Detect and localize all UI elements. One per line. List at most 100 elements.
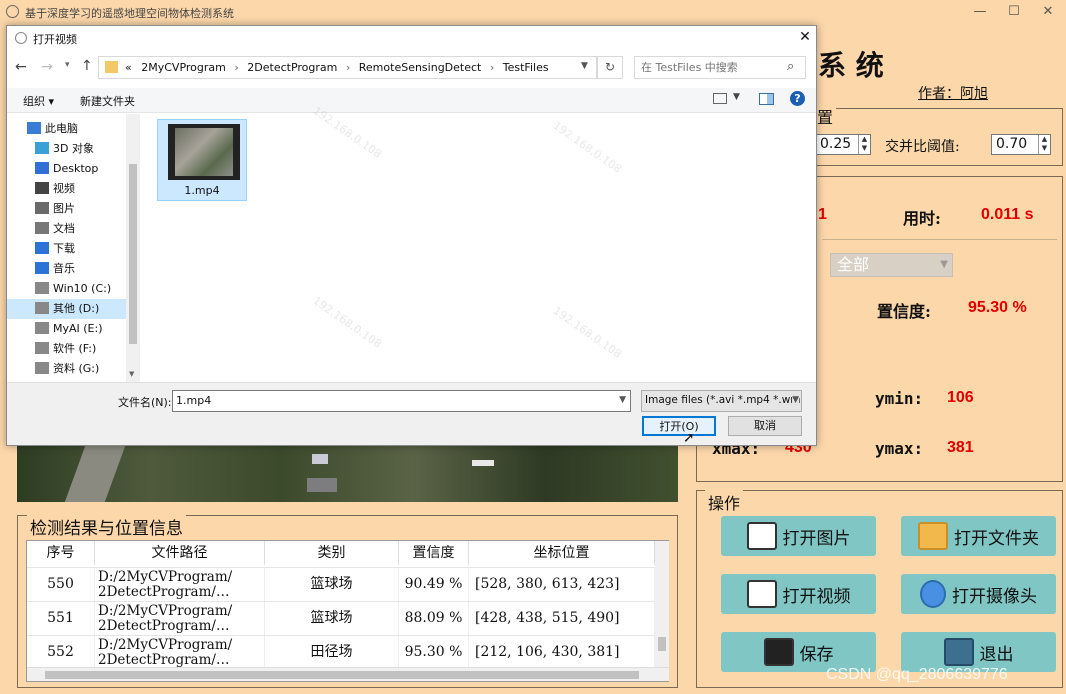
sidebar-item[interactable]: 其他 (D:) bbox=[7, 299, 126, 319]
download-icon bbox=[35, 242, 49, 254]
table-vertical-scrollbar[interactable] bbox=[655, 541, 669, 667]
open-image-button[interactable]: 打开图片 bbox=[721, 516, 876, 556]
window-title-bar: 基于深度学习的遥感地理空间物体检测系统 — ☐ ✕ bbox=[0, 0, 1066, 24]
filetype-value: Image files (*.avi *.mp4 *.wm bbox=[645, 394, 801, 406]
chevron-down-icon: ▼ bbox=[940, 259, 948, 270]
exit-icon bbox=[943, 638, 974, 666]
search-box[interactable]: ⌕ bbox=[634, 56, 806, 79]
breadcrumb-separator-icon[interactable]: › bbox=[346, 61, 350, 74]
dialog-title: 打开视频 bbox=[33, 33, 77, 46]
view-options-icon[interactable] bbox=[713, 93, 727, 104]
filetype-select[interactable]: Image files (*.avi *.mp4 *.wm ▼ bbox=[641, 390, 802, 412]
drive-icon bbox=[35, 342, 49, 354]
breadcrumb[interactable]: « 2MyCVProgram › 2DetectProgram › Remote… bbox=[99, 57, 577, 78]
open-camera-button[interactable]: 打开摄像头 bbox=[901, 574, 1056, 614]
watermark-text: 192.168.0.108 bbox=[310, 294, 384, 351]
file-name: 1.mp4 bbox=[184, 184, 220, 197]
open-image-label: 打开图片 bbox=[782, 528, 851, 549]
cell-class: 篮球场 bbox=[265, 568, 399, 601]
ymin-value: 106 bbox=[947, 389, 974, 406]
sidebar-item[interactable]: Win10 (C:) bbox=[35, 279, 153, 299]
new-folder-button[interactable]: 新建文件夹 bbox=[80, 93, 135, 109]
breadcrumb-item[interactable]: RemoteSensingDetect bbox=[359, 61, 482, 74]
sidebar-item-label: 下载 bbox=[53, 242, 75, 255]
preview-pane-icon[interactable] bbox=[759, 93, 774, 105]
mouse-cursor-icon: ➚ bbox=[683, 430, 695, 446]
back-arrow-icon[interactable]: ← bbox=[15, 59, 27, 75]
confidence-threshold-spinbox[interactable]: 0.25 ▲ ▼ bbox=[815, 134, 871, 155]
cell-coords: [528, 380, 613, 423] bbox=[469, 568, 655, 601]
cell-path: D:/2MyCVProgram/2DetectProgram/… bbox=[95, 636, 265, 669]
up-arrow-icon[interactable]: ↑ bbox=[81, 58, 93, 74]
scroll-thumb[interactable] bbox=[45, 671, 639, 679]
breadcrumb-overflow[interactable]: « bbox=[125, 61, 132, 74]
target-select[interactable]: 全部 ▼ bbox=[830, 253, 953, 277]
address-chevron-icon[interactable]: ▼ bbox=[581, 61, 588, 71]
open-button[interactable]: 打开(O) bbox=[642, 416, 716, 436]
documents-icon bbox=[35, 222, 49, 234]
cell-coords: [212, 106, 430, 381] bbox=[469, 636, 655, 669]
spin-arrows-icon[interactable]: ▲ ▼ bbox=[1038, 135, 1050, 154]
col-header-id[interactable]: 序号 bbox=[27, 541, 95, 565]
conf-threshold-value: 0.25 bbox=[820, 136, 852, 152]
recent-chevron-icon[interactable]: ▾ bbox=[65, 60, 70, 70]
breadcrumb-item[interactable]: 2DetectProgram bbox=[247, 61, 337, 74]
sidebar-item[interactable]: 视频 bbox=[35, 179, 153, 199]
filename-field[interactable]: 1.mp4 ▼ bbox=[172, 390, 631, 412]
breadcrumb-item[interactable]: 2MyCVProgram bbox=[141, 61, 226, 74]
view-chevron-icon[interactable]: ▼ bbox=[733, 92, 740, 102]
address-bar[interactable]: « 2MyCVProgram › 2DetectProgram › Remote… bbox=[98, 56, 597, 79]
col-header-path[interactable]: 文件路径 bbox=[95, 541, 265, 565]
sidebar-item[interactable]: 3D 对象 bbox=[35, 139, 153, 159]
search-input[interactable] bbox=[637, 58, 782, 77]
sidebar-item[interactable]: 软件 (F:) bbox=[35, 339, 153, 359]
table-row[interactable]: 550 D:/2MyCVProgram/2DetectProgram/… 篮球场… bbox=[27, 567, 655, 601]
ymin-label: ymin: bbox=[875, 389, 924, 408]
cell-confidence: 90.49 % bbox=[399, 568, 469, 601]
spin-arrows-icon[interactable]: ▲ ▼ bbox=[858, 135, 870, 154]
breadcrumb-separator-icon[interactable]: › bbox=[490, 61, 494, 74]
sidebar-item[interactable]: MyAI (E:) bbox=[35, 319, 153, 339]
sidebar-item[interactable]: 此电脑 bbox=[27, 119, 145, 139]
breadcrumb-separator-icon[interactable]: › bbox=[234, 61, 238, 74]
sidebar-item[interactable]: 音乐 bbox=[35, 259, 153, 279]
file-item[interactable]: 1.mp4 bbox=[157, 119, 247, 201]
col-header-coords[interactable]: 坐标位置 bbox=[469, 541, 655, 565]
open-video-button[interactable]: 打开视频 bbox=[721, 574, 876, 614]
refresh-icon[interactable]: ↻ bbox=[597, 56, 623, 79]
sidebar-item[interactable]: 下载 bbox=[35, 239, 153, 259]
results-table[interactable]: 序号 文件路径 类别 置信度 坐标位置 550 D:/2MyCVProgram/… bbox=[26, 540, 669, 682]
table-row[interactable]: 552 D:/2MyCVProgram/2DetectProgram/… 田径场… bbox=[27, 635, 655, 669]
sidebar-item[interactable]: 文档 bbox=[35, 219, 153, 239]
help-icon[interactable]: ? bbox=[790, 91, 805, 106]
cancel-button[interactable]: 取消 bbox=[728, 416, 802, 436]
video-icon bbox=[746, 580, 777, 608]
col-header-confidence[interactable]: 置信度 bbox=[399, 541, 469, 565]
search-icon[interactable]: ⌕ bbox=[787, 59, 794, 74]
cell-confidence: 95.30 % bbox=[399, 636, 469, 669]
sidebar-item[interactable]: 资料 (G:) bbox=[35, 359, 153, 379]
col-header-class[interactable]: 类别 bbox=[265, 541, 399, 565]
breadcrumb-item[interactable]: TestFiles bbox=[503, 61, 549, 74]
image-icon bbox=[746, 522, 777, 550]
filetype-chevron-icon[interactable]: ▼ bbox=[792, 395, 799, 405]
scroll-thumb[interactable] bbox=[658, 637, 666, 651]
sidebar-item-label: 图片 bbox=[53, 202, 75, 215]
filename-chevron-icon[interactable]: ▼ bbox=[619, 395, 626, 405]
dialog-close-button[interactable]: ✕ bbox=[793, 27, 817, 47]
sidebar-item[interactable]: 图片 bbox=[35, 199, 153, 219]
iou-threshold-spinbox[interactable]: 0.70 ▲ ▼ bbox=[991, 134, 1051, 155]
maximize-button[interactable]: ☐ bbox=[997, 2, 1031, 22]
open-video-dialog[interactable]: 打开视频 ✕ ← → ▾ ↑ « 2MyCVProgram › 2DetectP… bbox=[6, 25, 817, 446]
table-row[interactable]: 551 D:/2MyCVProgram/2DetectProgram/… 篮球场… bbox=[27, 601, 655, 635]
close-window-button[interactable]: ✕ bbox=[1031, 2, 1065, 22]
cell-path: D:/2MyCVProgram/2DetectProgram/… bbox=[95, 568, 265, 601]
filename-value: 1.mp4 bbox=[176, 394, 212, 407]
organize-menu[interactable]: 组织 ▾ bbox=[23, 93, 54, 109]
forward-arrow-icon[interactable]: → bbox=[41, 59, 53, 75]
sidebar-item[interactable]: Desktop bbox=[35, 159, 153, 179]
confidence-value: 95.30 % bbox=[968, 299, 1027, 316]
minimize-button[interactable]: — bbox=[963, 2, 997, 22]
open-folder-button[interactable]: 打开文件夹 bbox=[901, 516, 1056, 556]
table-horizontal-scrollbar[interactable] bbox=[27, 667, 669, 681]
